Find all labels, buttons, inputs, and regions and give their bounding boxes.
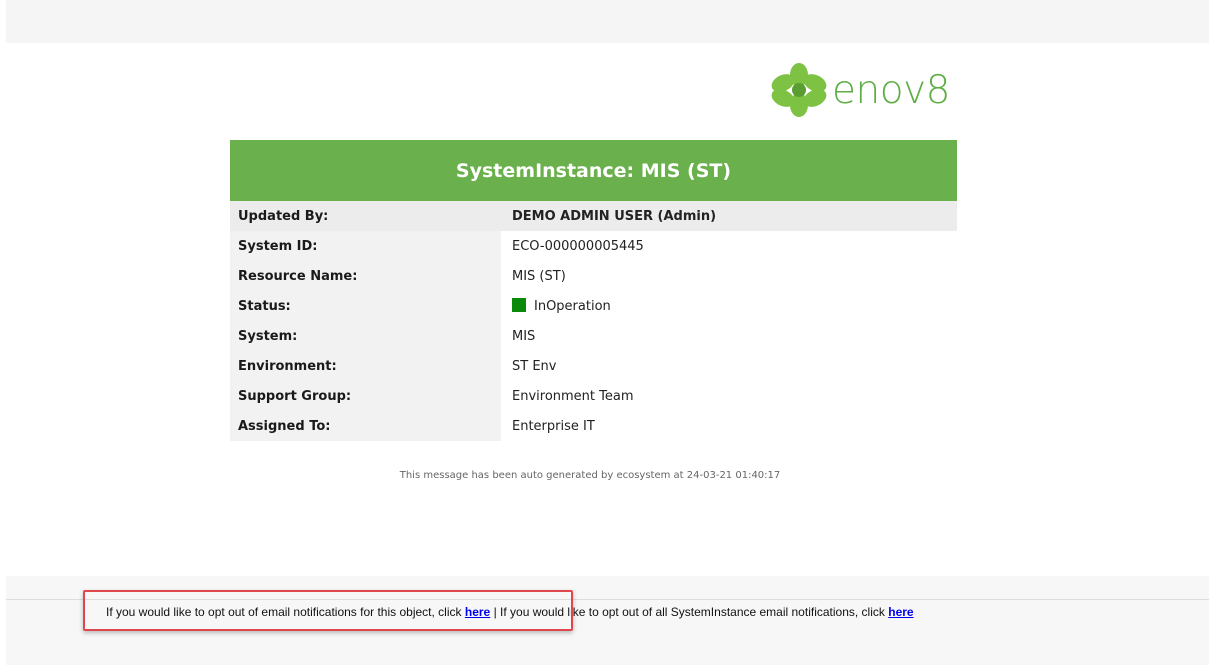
- details-table: Updated By: DEMO ADMIN USER (Admin) Syst…: [230, 201, 957, 441]
- optout-all-link[interactable]: here: [888, 605, 913, 619]
- row-value: DEMO ADMIN USER (Admin): [501, 201, 957, 231]
- auto-generated-message: This message has been auto generated by …: [399, 470, 781, 481]
- row-value: InOperation: [501, 291, 957, 321]
- row-value: Environment Team: [501, 381, 957, 411]
- row-label: Updated By:: [230, 201, 501, 231]
- row-value: MIS (ST): [501, 261, 957, 291]
- enov8-logo: enov8: [768, 60, 960, 120]
- row-value: Enterprise IT: [501, 411, 957, 441]
- system-instance-card: SystemInstance: MIS (ST) Updated By: DEM…: [230, 140, 957, 441]
- row-label: Assigned To:: [230, 411, 501, 441]
- row-label: Resource Name:: [230, 261, 501, 291]
- highlight-annotation-box: [83, 590, 573, 631]
- table-row: Status: InOperation: [230, 291, 957, 321]
- table-row: Assigned To: Enterprise IT: [230, 411, 957, 441]
- row-value: ST Env: [501, 351, 957, 381]
- enov8-flower-icon: [771, 63, 827, 117]
- row-value: MIS: [501, 321, 957, 351]
- enov8-logo-text: enov8: [832, 67, 950, 113]
- row-label: System:: [230, 321, 501, 351]
- row-label: System ID:: [230, 231, 501, 261]
- table-row: System ID: ECO-000000005445: [230, 231, 957, 261]
- row-label: Status:: [230, 291, 501, 321]
- status-text: InOperation: [534, 299, 611, 314]
- row-label: Support Group:: [230, 381, 501, 411]
- row-label: Environment:: [230, 351, 501, 381]
- table-row: Updated By: DEMO ADMIN USER (Admin): [230, 201, 957, 231]
- table-row: System: MIS: [230, 321, 957, 351]
- row-value: ECO-000000005445: [501, 231, 957, 261]
- email-top-band: [6, 0, 1209, 43]
- table-row: Resource Name: MIS (ST): [230, 261, 957, 291]
- status-indicator: [512, 298, 526, 312]
- table-row: Environment: ST Env: [230, 351, 957, 381]
- card-title: SystemInstance: MIS (ST): [230, 140, 957, 201]
- table-row: Support Group: Environment Team: [230, 381, 957, 411]
